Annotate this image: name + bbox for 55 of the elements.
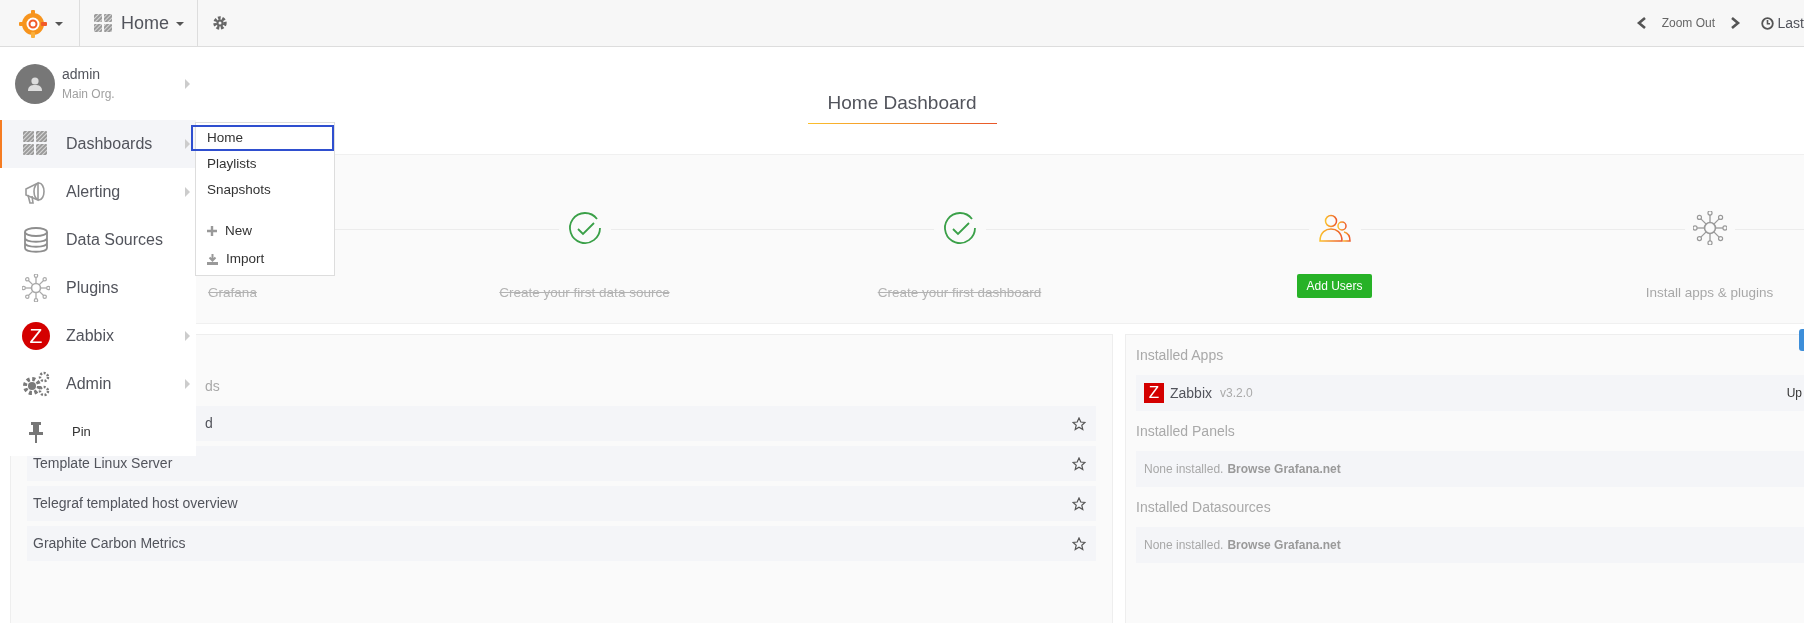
step-label: Create your first data source — [499, 284, 670, 302]
star-icon[interactable] — [1072, 536, 1086, 551]
update-link[interactable]: Up — [1786, 384, 1804, 402]
network-icon — [22, 274, 50, 302]
step-label: Create your first dashboard — [877, 284, 1042, 302]
menu-item[interactable]: Z Zabbix — [0, 312, 196, 360]
section-heading: Installed Panels — [1136, 422, 1236, 441]
logo-icon[interactable] — [18, 8, 48, 39]
plus-icon — [207, 226, 217, 236]
network-icon — [1692, 211, 1727, 245]
app-row[interactable]: Z Zabbix v3.2.0 Up — [1136, 375, 1804, 411]
avatar[interactable] — [15, 63, 55, 104]
dashboard-row[interactable]: Template Linux Server — [27, 446, 1096, 481]
caret-icon — [55, 21, 63, 26]
dashboard-title: d — [205, 414, 213, 433]
dashboard-title: Telegraf templated host overview — [33, 494, 238, 513]
app-version: v3.2.0 — [1220, 385, 1253, 402]
submenu-item[interactable]: Home — [191, 125, 334, 151]
star-icon[interactable] — [1072, 456, 1086, 471]
dashboard-row[interactable]: Graphite Carbon Metrics — [27, 526, 1096, 561]
dashboard-title: Graphite Carbon Metrics — [33, 534, 186, 553]
dashboard-grid-icon — [23, 131, 49, 157]
empty-message: None installed. — [1144, 461, 1224, 478]
zoom-out-button[interactable]: Zoom Out — [1661, 14, 1716, 32]
check-circle-icon — [566, 211, 603, 247]
clock-icon — [1761, 16, 1775, 30]
database-icon — [23, 226, 49, 254]
step-label: Grafana — [208, 284, 257, 302]
empty-message: None installed. — [1144, 537, 1224, 554]
section-heading: ds — [205, 377, 220, 396]
dashboard-grid-icon — [94, 13, 114, 34]
chevron-right-icon[interactable] — [1729, 16, 1742, 30]
download-icon — [207, 253, 218, 265]
section-heading: Installed Datasources — [1136, 498, 1272, 517]
org-name: Main Org. — [62, 86, 115, 103]
gears-icon — [21, 370, 51, 398]
dashboard-row[interactable]: Telegraf templated host overview — [27, 486, 1096, 521]
dashboard-title: Template Linux Server — [33, 454, 173, 473]
zabbix-logo-icon: Z — [1144, 383, 1164, 403]
settings-icon[interactable] — [212, 15, 228, 31]
check-circle-icon — [941, 211, 978, 247]
menu-item[interactable]: Admin — [0, 360, 196, 408]
section-heading: Installed Apps — [1136, 346, 1225, 365]
user-icon — [27, 75, 43, 92]
star-icon[interactable] — [1072, 496, 1086, 511]
caret-icon — [185, 78, 190, 89]
pin-icon — [28, 421, 44, 443]
page-title: Home Dashboard — [826, 90, 978, 115]
menu-item[interactable]: Dashboards — [0, 120, 196, 168]
zabbix-logo-icon: Z — [22, 322, 50, 350]
user-name[interactable]: admin — [62, 64, 115, 85]
star-icon[interactable] — [1072, 416, 1086, 431]
chevron-left-icon[interactable] — [1635, 16, 1648, 30]
time-picker[interactable]: Last — [1761, 12, 1804, 34]
app-name: Zabbix — [1170, 383, 1213, 403]
